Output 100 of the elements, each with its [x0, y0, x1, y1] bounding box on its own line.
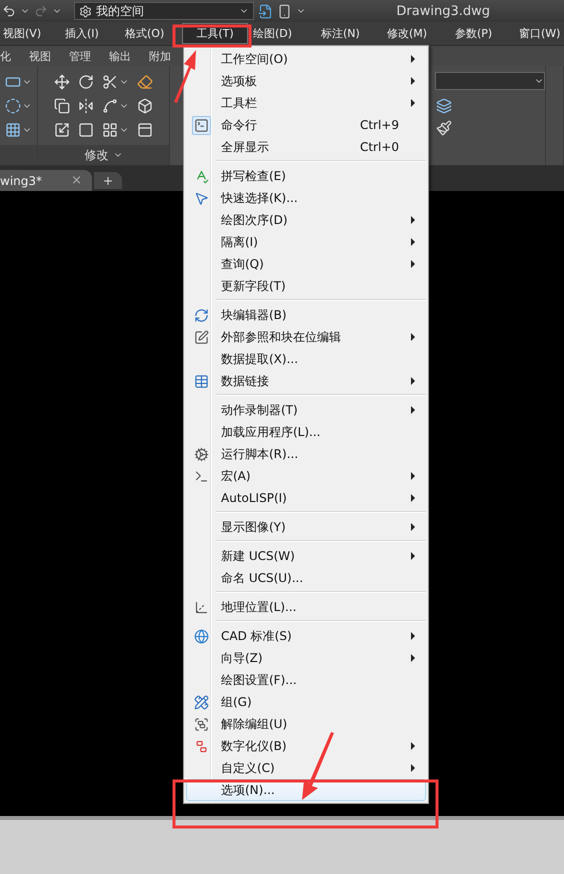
menu-item-label: 工作空间(O) [221, 50, 289, 68]
menu-item-label: 组(G) [221, 694, 253, 710]
file-icon [258, 4, 273, 18]
ellipse-icon [5, 98, 21, 114]
menu-item-label: 显示图像(Y) [221, 518, 287, 536]
move-icon [54, 74, 70, 90]
pen-square-icon [194, 330, 208, 344]
menu-item-label: 选项板 [221, 72, 258, 90]
globe-icon [194, 628, 208, 644]
ribbon-tab[interactable]: 附加 [149, 48, 171, 64]
menu-item[interactable]: 地理位置(L)... [186, 596, 426, 618]
menu-title[interactable]: 修改(M) [386, 23, 454, 44]
device-icon [277, 4, 292, 18]
menu-item-label: 块编辑器(B) [221, 306, 288, 324]
menu-item[interactable]: 动作录制器(T) [186, 399, 426, 421]
menu-item[interactable]: 快速选择(K)... [186, 187, 426, 209]
menu-item-label: AutoLISP(I) [221, 491, 288, 505]
menu-item-label: 绘图次序(D) [221, 212, 289, 228]
eraser-icon [137, 74, 153, 90]
square-icon [78, 122, 94, 138]
redo-icon [34, 4, 48, 18]
menu-item[interactable]: CAD 标准(S) [186, 625, 426, 647]
document-tab[interactable]: wing3* × [0, 170, 92, 191]
menu-item-label: 数据链接 [221, 372, 270, 390]
menu-item[interactable]: 自定义(C) [186, 757, 426, 779]
menu-item-label: 运行脚本(R)... [221, 446, 300, 462]
menu-item[interactable]: 数据提取(X)... [186, 348, 426, 370]
menu-item[interactable]: 运行脚本(R)... [186, 443, 426, 465]
undo-icon [2, 4, 16, 18]
menu-item-label: 拼写检查(E) [221, 168, 287, 184]
ribbon-tab[interactable]: 管理 [69, 48, 91, 64]
menu-item-label: 选项(N)... [221, 782, 276, 798]
menu-item-label: 绘图设置(F)... [221, 672, 298, 688]
axes-icon [194, 600, 208, 614]
menu-item-label: 解除编组(U) [221, 716, 288, 732]
copy-icon [54, 98, 70, 114]
hatch-icon [5, 122, 21, 138]
menu-item-label: 命名 UCS(U)... [221, 570, 304, 586]
menu-item[interactable]: 命令行 Ctrl+9 [186, 114, 426, 136]
menu-item[interactable]: 显示图像(Y) [186, 516, 426, 538]
menu-item[interactable]: 命名 UCS(U)... [186, 567, 426, 589]
new-tab-button[interactable] [94, 172, 122, 189]
menu-item[interactable]: 更新字段(T) [186, 275, 426, 297]
shortcut-text: Ctrl+9 [360, 118, 399, 132]
menu-item-label: 更新字段(T) [221, 278, 287, 294]
menu-item-label: 自定义(C) [221, 760, 276, 776]
table-icon [194, 374, 208, 388]
menu-item[interactable]: 查询(Q) [186, 253, 426, 275]
curve-icon [102, 98, 118, 114]
menu-item-label: 数字化仪(B) [221, 738, 288, 754]
menu-item-label: 数据提取(X)... [221, 350, 300, 368]
mirror-icon [78, 98, 94, 114]
ribbon-tab[interactable]: 输出 [109, 48, 131, 64]
menu-item-label: 动作录制器(T) [221, 402, 299, 418]
shortcut-text: Ctrl+0 [360, 140, 399, 154]
menu-item[interactable]: 全屏显示 Ctrl+0 [186, 136, 426, 158]
menu-item[interactable]: 宏(A) [186, 465, 426, 487]
panel-title[interactable]: 修改 [84, 146, 108, 164]
menu-item-label: CAD 标准(S) [221, 628, 293, 644]
menu-title[interactable]: 标注(N) [320, 23, 386, 44]
menu-item-label: 隔离(I) [221, 234, 259, 250]
menu-item[interactable]: 组(G) [186, 691, 426, 713]
grid-icon [102, 122, 118, 138]
menu-item[interactable]: 块编辑器(B) [186, 304, 426, 326]
group-icon [194, 716, 208, 732]
menu-title[interactable]: 格式(O) [124, 23, 178, 44]
menu-item[interactable]: 隔离(I) [186, 231, 426, 253]
menu-item[interactable]: 绘图设置(F)... [186, 669, 426, 691]
menu-item-label: 加载应用程序(L)... [221, 424, 322, 440]
menu-item[interactable]: 选项板 [186, 70, 426, 92]
ribbon-tab[interactable]: 视图 [29, 48, 51, 64]
tab-label: wing3* [0, 174, 42, 188]
menu-item[interactable]: 外部参照和块在位编辑 [186, 326, 426, 348]
workspace-dropdown[interactable]: 我的空间 [74, 2, 254, 20]
ribbon-tab[interactable]: 化 [0, 48, 11, 64]
menu-title[interactable]: 插入(I) [64, 23, 124, 44]
panel-icon [137, 122, 153, 138]
menu-item[interactable]: 工具栏 [186, 92, 426, 114]
menu-item[interactable]: 工作空间(O) [186, 48, 426, 70]
menu-title[interactable]: 绘图(D) [252, 23, 320, 44]
menu-item-label: 全屏显示 [221, 138, 270, 156]
menu-item[interactable]: 新建 UCS(W) [186, 545, 426, 567]
menu-item-label: 宏(A) [221, 468, 252, 484]
menu-item[interactable]: 绘图次序(D) [186, 209, 426, 231]
pointer-arrow [302, 732, 334, 800]
menu-item[interactable]: 拼写检查(E) [186, 165, 426, 187]
pointer-arrow [174, 50, 196, 103]
menu-item[interactable]: 数据链接 [186, 370, 426, 392]
menu-title[interactable]: 参数(P) [454, 23, 518, 44]
menu-item[interactable]: 加载应用程序(L)... [186, 421, 426, 443]
cog-icon [194, 446, 208, 462]
menu-item[interactable]: AutoLISP(I) [186, 487, 426, 509]
menu-title[interactable]: 窗口(W) [518, 23, 564, 44]
plus-icon [102, 174, 114, 186]
menu-item[interactable]: 解除编组(U) [186, 713, 426, 735]
menu-title[interactable]: 视图(V) [2, 23, 64, 44]
scale-icon [54, 122, 70, 138]
menu-item-label: 新建 UCS(W) [221, 548, 296, 564]
cube-icon [137, 98, 153, 114]
menu-item[interactable]: 向导(Z) [186, 647, 426, 669]
